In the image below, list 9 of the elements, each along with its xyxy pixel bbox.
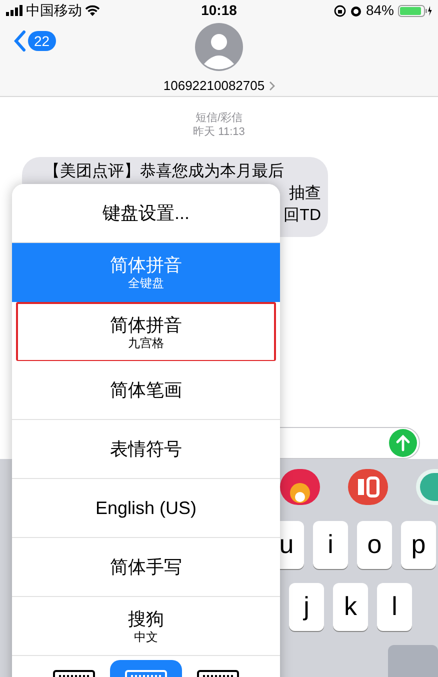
carrier-name: 中国移动 bbox=[26, 1, 82, 20]
clock-time: 10:18 bbox=[200, 1, 238, 20]
message-text: 回TD bbox=[284, 206, 321, 226]
message-text: 抽查 bbox=[289, 184, 321, 204]
message-timestamp: 昨天 11:13 bbox=[193, 124, 245, 138]
message-text: 【美团点评】恭喜您成为本月最后 bbox=[44, 162, 284, 182]
unread-badge: 22 bbox=[28, 31, 56, 51]
service-label: 短信/彩信 bbox=[195, 110, 243, 124]
battery-percent: 84% bbox=[366, 1, 394, 20]
